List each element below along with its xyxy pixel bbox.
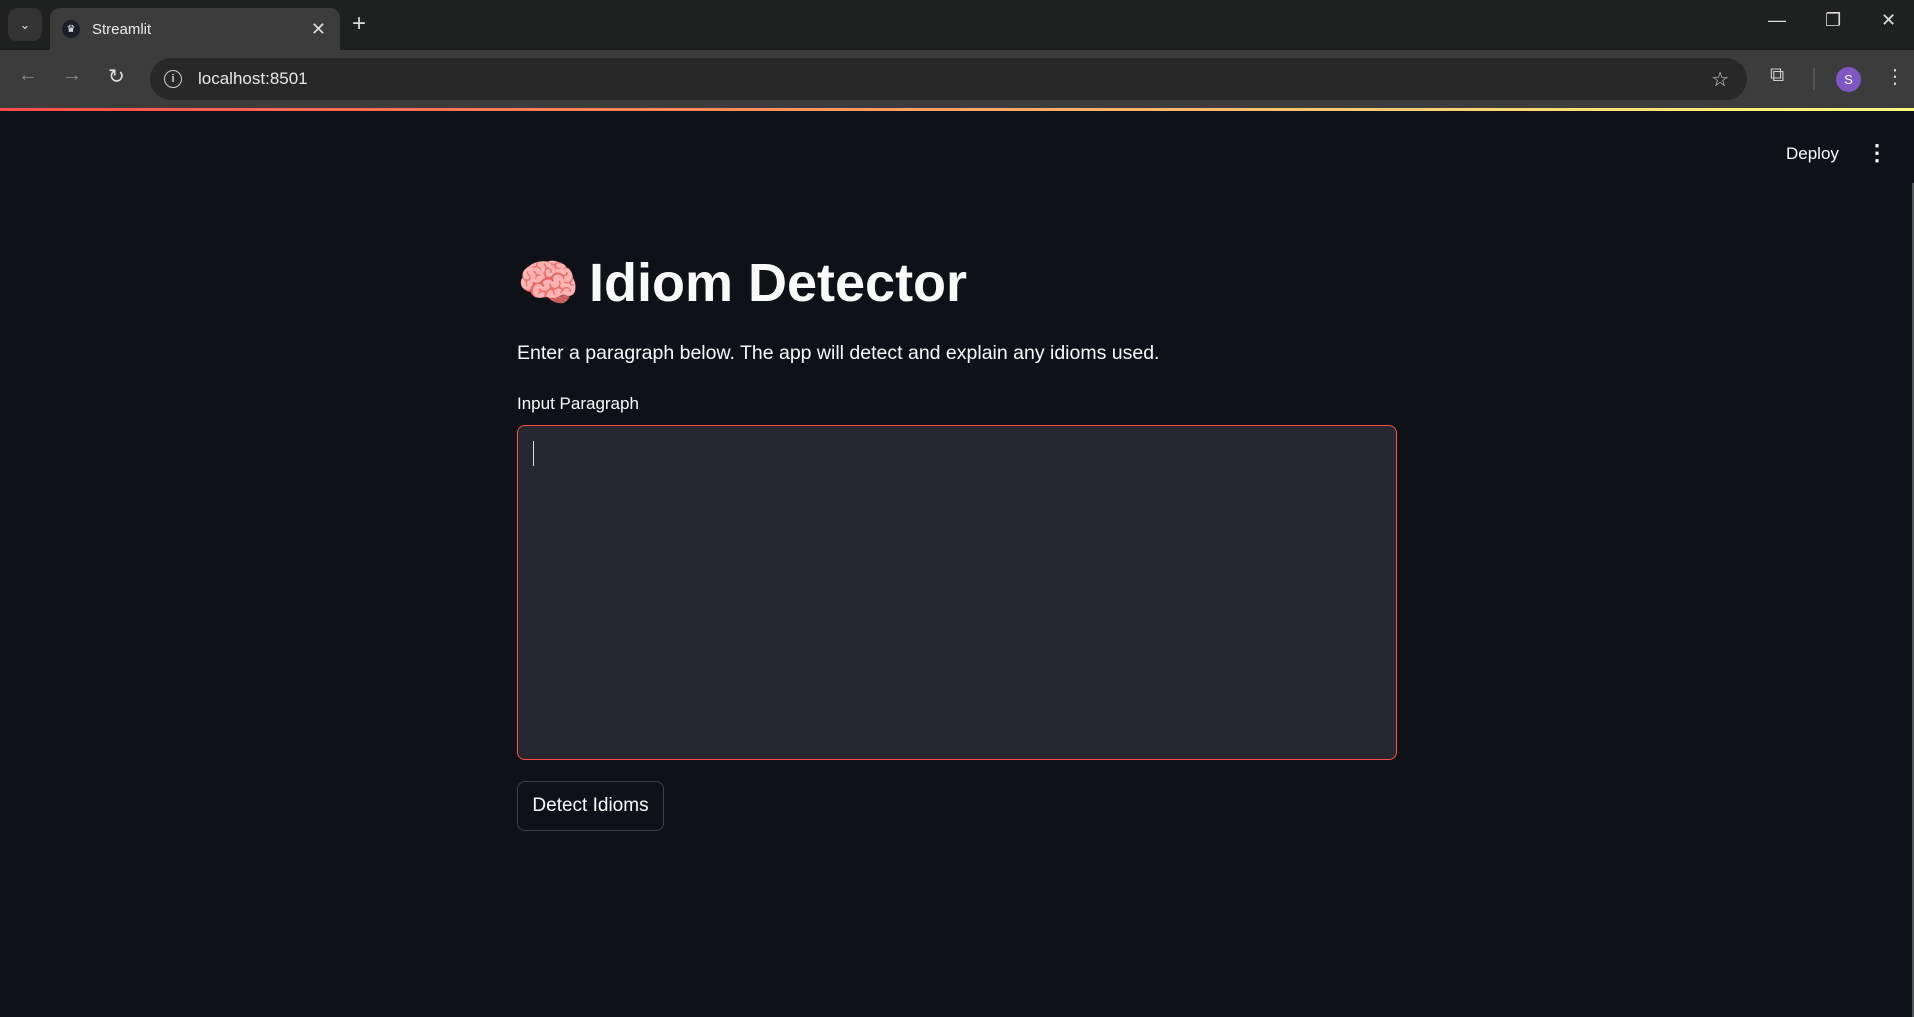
puzzle-icon[interactable]: ⧉ xyxy=(1770,64,1784,87)
browser-tab-strip: ⌄ ♛ Streamlit ✕ + — ❐ ✕ xyxy=(0,0,1914,50)
profile-avatar[interactable]: S xyxy=(1836,67,1861,92)
paragraph-input[interactable] xyxy=(517,425,1397,760)
info-icon[interactable]: i xyxy=(164,70,182,88)
streamlit-header-decoration xyxy=(0,108,1914,111)
page-title: 🧠 Idiom Detector xyxy=(517,252,967,314)
chevron-down-icon: ⌄ xyxy=(19,16,31,32)
kebab-icon[interactable]: ⋮ xyxy=(1885,64,1905,89)
tab-search-button[interactable]: ⌄ xyxy=(8,8,42,41)
new-tab-icon[interactable]: + xyxy=(352,10,366,38)
restore-icon[interactable]: ❐ xyxy=(1825,10,1841,31)
input-label: Input Paragraph xyxy=(517,394,639,413)
tab-close-icon[interactable]: ✕ xyxy=(311,19,326,40)
detect-idioms-button[interactable]: Detect Idioms xyxy=(517,781,664,831)
brain-icon: 🧠 xyxy=(517,254,580,311)
browser-toolbar: ← → ↻ i localhost:8501 ☆ ⧉ S ⋮ xyxy=(0,50,1914,108)
star-icon[interactable]: ☆ xyxy=(1711,67,1729,92)
tab-title: Streamlit xyxy=(92,20,152,38)
address-bar[interactable]: i localhost:8501 ☆ xyxy=(150,58,1747,100)
main-menu-icon[interactable]: ⋮ xyxy=(1866,140,1888,166)
url-text[interactable]: localhost:8501 xyxy=(198,69,308,89)
window-close-icon[interactable]: ✕ xyxy=(1881,10,1896,31)
forward-icon[interactable]: → xyxy=(62,64,82,87)
back-icon[interactable]: ← xyxy=(18,64,38,87)
reload-icon[interactable]: ↻ xyxy=(108,64,125,89)
text-cursor xyxy=(533,441,534,466)
streamlit-favicon-icon: ♛ xyxy=(62,20,80,38)
title-text: Idiom Detector xyxy=(589,253,968,313)
browser-tab[interactable]: ♛ Streamlit ✕ xyxy=(50,8,340,50)
description-text: Enter a paragraph below. The app will de… xyxy=(517,342,1160,364)
toolbar-divider xyxy=(1813,68,1815,90)
minimize-icon[interactable]: — xyxy=(1768,10,1786,31)
deploy-button[interactable]: Deploy xyxy=(1786,144,1839,164)
